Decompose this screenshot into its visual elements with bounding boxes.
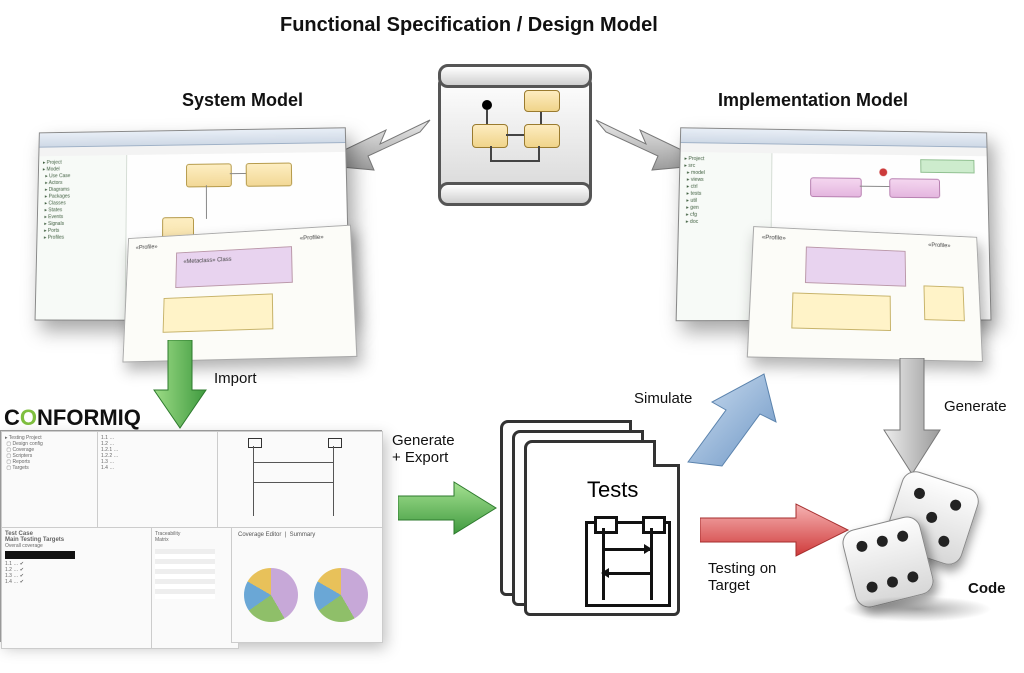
diagram-title: Functional Specification / Design Model	[280, 14, 658, 37]
arrow-import	[150, 340, 210, 430]
arrow-testing-on-target	[700, 500, 850, 560]
tests-icon: Tests	[500, 420, 680, 610]
spec-scroll-icon	[438, 66, 586, 204]
code-label: Code	[968, 580, 1006, 597]
import-label: Import	[214, 370, 257, 387]
arrow-generate	[880, 358, 944, 478]
generate-label: Generate	[944, 398, 1007, 415]
dice-code-icon	[848, 478, 988, 628]
simulate-label: Simulate	[634, 390, 692, 407]
arrow-generate-export	[398, 478, 498, 538]
conformiq-tool-thumbnail: ▸ Testing Project ▢ Design config ▢ Cove…	[0, 430, 382, 642]
sequence-diagram-icon	[585, 521, 671, 607]
implementation-model-label: Implementation Model	[718, 90, 908, 111]
diagram-canvas: Functional Specification / Design Model …	[0, 0, 1024, 673]
arrow-simulate	[680, 370, 790, 470]
testing-on-target-label: Testing on Target	[708, 560, 776, 594]
conformiq-logo: CONFORMIQ	[4, 405, 141, 431]
impl-model-profile-thumbnail: «Profile» «Profile»	[747, 226, 983, 362]
system-model-label: System Model	[182, 90, 303, 111]
tests-label: Tests	[587, 477, 638, 503]
generate-export-label: Generate + Export	[392, 432, 455, 466]
